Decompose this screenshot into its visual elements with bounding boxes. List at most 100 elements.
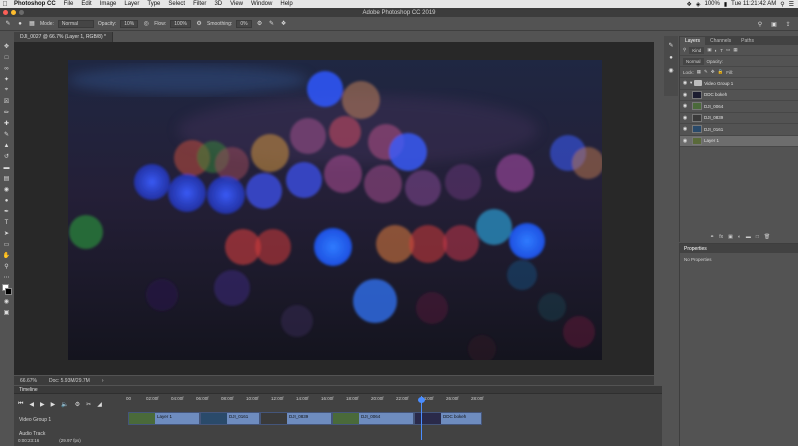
timeline-clip[interactable]: DJI_0839 — [260, 412, 332, 425]
time-ruler[interactable]: 00 02:00f 04:00f 06:00f 08:00f 10:00f 12… — [126, 396, 486, 404]
gradient-tool-icon[interactable]: ▤ — [2, 174, 12, 183]
tab-channels[interactable]: Channels — [705, 37, 736, 45]
dropbox-icon[interactable]: ❖ — [686, 1, 691, 8]
playhead[interactable] — [418, 396, 425, 440]
crop-tool-icon[interactable]: ⌖ — [2, 86, 12, 95]
workspace-icon[interactable]: ▣ — [770, 20, 778, 28]
video-group-track-label[interactable]: Video Group 1 — [19, 417, 51, 423]
menu-type[interactable]: Type — [143, 1, 164, 7]
eyedropper-tool-icon[interactable]: ✏ — [2, 108, 12, 117]
lock-pixels-icon[interactable]: ✎ — [704, 69, 708, 75]
menu-layer[interactable]: Layer — [120, 1, 143, 7]
transition-icon[interactable]: ◢ — [97, 401, 102, 408]
brush-tool-icon[interactable]: ✎ — [4, 20, 12, 28]
next-frame-icon[interactable]: ▶ — [51, 401, 56, 408]
move-tool-icon[interactable]: ✥ — [2, 42, 12, 51]
brush-settings-icon[interactable]: ▦ — [28, 20, 36, 28]
share-icon[interactable]: ⇪ — [784, 20, 792, 28]
minimize-window-button[interactable] — [11, 10, 16, 15]
pen-tool-icon[interactable]: ✒ — [2, 207, 12, 216]
timeline-clip[interactable]: DJI_0064 — [332, 412, 414, 425]
menu-image[interactable]: Image — [96, 1, 121, 7]
add-mask-icon[interactable]: ▣ — [728, 234, 733, 240]
brush-preset-icon[interactable]: ● — [16, 20, 24, 28]
menu-view[interactable]: View — [226, 1, 247, 7]
tab-layers[interactable]: Layers — [680, 37, 706, 45]
tab-paths[interactable]: Paths — [736, 37, 759, 45]
layer-row[interactable]: ◉ DJI_0839 — [680, 113, 798, 124]
mute-audio-icon[interactable]: 🔈 — [61, 401, 68, 408]
pressure-opacity-icon[interactable]: ◎ — [142, 20, 150, 28]
current-timecode[interactable]: 0:00:23:16 — [18, 438, 39, 443]
previous-frame-icon[interactable]: ◀ — [29, 401, 34, 408]
layer-row[interactable]: ◉ DJI_0161 — [680, 124, 798, 136]
visibility-eye-icon[interactable]: ◉ — [680, 126, 690, 132]
lock-transparency-icon[interactable]: ▦ — [697, 69, 701, 75]
zoom-tool-icon[interactable]: ⚲ — [2, 262, 12, 271]
zoom-level[interactable]: 66.67% — [20, 378, 37, 384]
quick-selection-tool-icon[interactable]: ✦ — [2, 75, 12, 84]
go-to-first-frame-icon[interactable]: ⏮ — [18, 401, 23, 408]
split-at-playhead-icon[interactable]: ✂ — [86, 401, 91, 408]
timeline-title[interactable]: Timeline — [19, 387, 38, 393]
lock-all-icon[interactable]: 🔒 — [718, 69, 724, 75]
spotlight-icon[interactable]: ⚲ — [780, 1, 784, 8]
menu-3d[interactable]: 3D — [210, 1, 226, 7]
link-layers-icon[interactable]: ⚭ — [710, 234, 714, 240]
audio-track-label[interactable]: Audio Track — [19, 431, 45, 437]
filter-adjustment-icon[interactable]: ◐ — [715, 48, 718, 53]
healing-brush-tool-icon[interactable]: ✚ — [2, 119, 12, 128]
blur-tool-icon[interactable]: ◉ — [2, 185, 12, 194]
rectangle-tool-icon[interactable]: ▭ — [2, 240, 12, 249]
visibility-eye-icon[interactable]: ◉ — [680, 103, 690, 109]
close-window-button[interactable] — [3, 10, 8, 15]
history-panel-icon[interactable]: ✎ — [668, 42, 673, 49]
delete-layer-icon[interactable]: 🗑 — [764, 234, 770, 240]
menu-window[interactable]: Window — [247, 1, 276, 7]
visibility-eye-icon[interactable]: ◉ — [680, 92, 690, 98]
document-size[interactable]: Doc: 5.93M/29.7M — [49, 378, 90, 384]
color-panel-icon[interactable]: ◉ — [668, 67, 673, 74]
pressure-size-icon[interactable]: ✎ — [268, 20, 276, 28]
battery-percent[interactable]: 100% — [705, 1, 720, 7]
visibility-eye-icon[interactable]: ◉ — [680, 138, 690, 144]
eraser-tool-icon[interactable]: ▬ — [2, 163, 12, 172]
timeline-clip[interactable]: Layer 1 — [128, 412, 200, 425]
battery-icon[interactable]: ▮ — [724, 1, 727, 8]
layer-row[interactable]: ◉ DJI_0064 — [680, 101, 798, 113]
filter-type-icon[interactable]: T — [720, 48, 723, 53]
layer-row[interactable]: ◉ ▾ Video Group 1 — [680, 78, 798, 90]
visibility-eye-icon[interactable]: ◉ — [680, 80, 690, 86]
menu-app-name[interactable]: Photoshop CC — [10, 1, 60, 7]
screen-mode-icon[interactable]: ▣ — [2, 308, 12, 317]
marquee-tool-icon[interactable]: □ — [2, 53, 12, 62]
new-layer-icon[interactable]: □ — [756, 234, 759, 240]
new-group-icon[interactable]: ▬ — [746, 234, 751, 240]
menu-help[interactable]: Help — [276, 1, 296, 7]
document-tab[interactable]: DJI_0027 @ 66.7% (Layer 1, RGB/8) * — [14, 32, 113, 42]
apple-icon[interactable]:  — [0, 1, 10, 8]
status-arrow-icon[interactable]: › — [102, 378, 104, 384]
edit-toolbar-icon[interactable]: ⋯ — [2, 273, 12, 282]
filter-pixel-icon[interactable]: ▣ — [707, 47, 711, 53]
menu-filter[interactable]: Filter — [189, 1, 210, 7]
path-selection-tool-icon[interactable]: ➤ — [2, 229, 12, 238]
play-icon[interactable]: ▶ — [40, 401, 45, 408]
clone-stamp-tool-icon[interactable]: ▲ — [2, 141, 12, 150]
filter-smart-object-icon[interactable]: ▦ — [733, 47, 737, 53]
smoothing-input[interactable]: 0% — [236, 19, 252, 28]
layer-row-selected[interactable]: ◉ Layer 1 — [680, 135, 798, 147]
wifi-icon[interactable]: ◈ — [696, 1, 701, 8]
flow-input[interactable]: 100% — [170, 19, 192, 28]
frame-tool-icon[interactable]: ☒ — [2, 97, 12, 106]
smoothing-settings-icon[interactable]: ⚙ — [256, 20, 264, 28]
timeline-clip[interactable]: DDC bokeh — [414, 412, 482, 425]
filter-shape-icon[interactable]: ▭ — [726, 47, 730, 53]
search-icon[interactable]: ⚲ — [756, 20, 764, 28]
lasso-tool-icon[interactable]: ∞ — [2, 64, 12, 73]
menubar-clock[interactable]: Tue 11:21:42 AM — [731, 1, 776, 7]
layer-style-icon[interactable]: fx — [719, 234, 723, 240]
visibility-eye-icon[interactable]: ◉ — [680, 115, 690, 121]
menu-select[interactable]: Select — [164, 1, 189, 7]
quick-mask-icon[interactable]: ◉ — [2, 297, 12, 306]
